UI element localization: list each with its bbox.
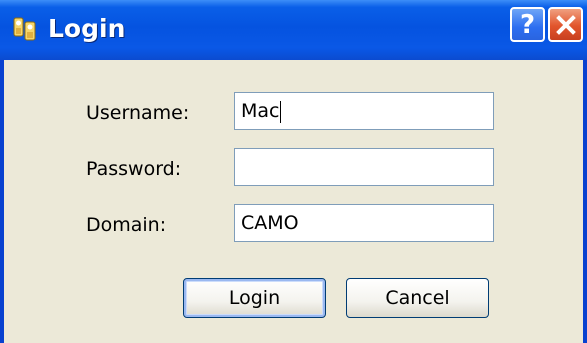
password-field[interactable] [234, 148, 494, 186]
username-label: Username: [86, 102, 190, 124]
domain-label: Domain: [86, 214, 167, 236]
username-value: Mac [241, 100, 280, 122]
close-button[interactable] [548, 7, 583, 42]
close-icon [555, 14, 576, 35]
password-label: Password: [86, 158, 182, 180]
help-button[interactable]: ? [510, 7, 545, 42]
domain-value: CAMO [241, 212, 299, 234]
users-key-icon [13, 17, 36, 41]
text-caret [280, 100, 282, 123]
help-icon: ? [519, 9, 536, 40]
login-dialog: Login ? Username: Mac Password: Domain: … [0, 0, 587, 343]
title-bar[interactable]: Login ? [0, 0, 587, 60]
username-field[interactable]: Mac [234, 92, 494, 130]
window-title: Login [48, 14, 126, 43]
domain-field[interactable]: CAMO [234, 204, 494, 242]
cancel-button[interactable]: Cancel [346, 278, 489, 318]
login-button[interactable]: Login [183, 278, 326, 318]
